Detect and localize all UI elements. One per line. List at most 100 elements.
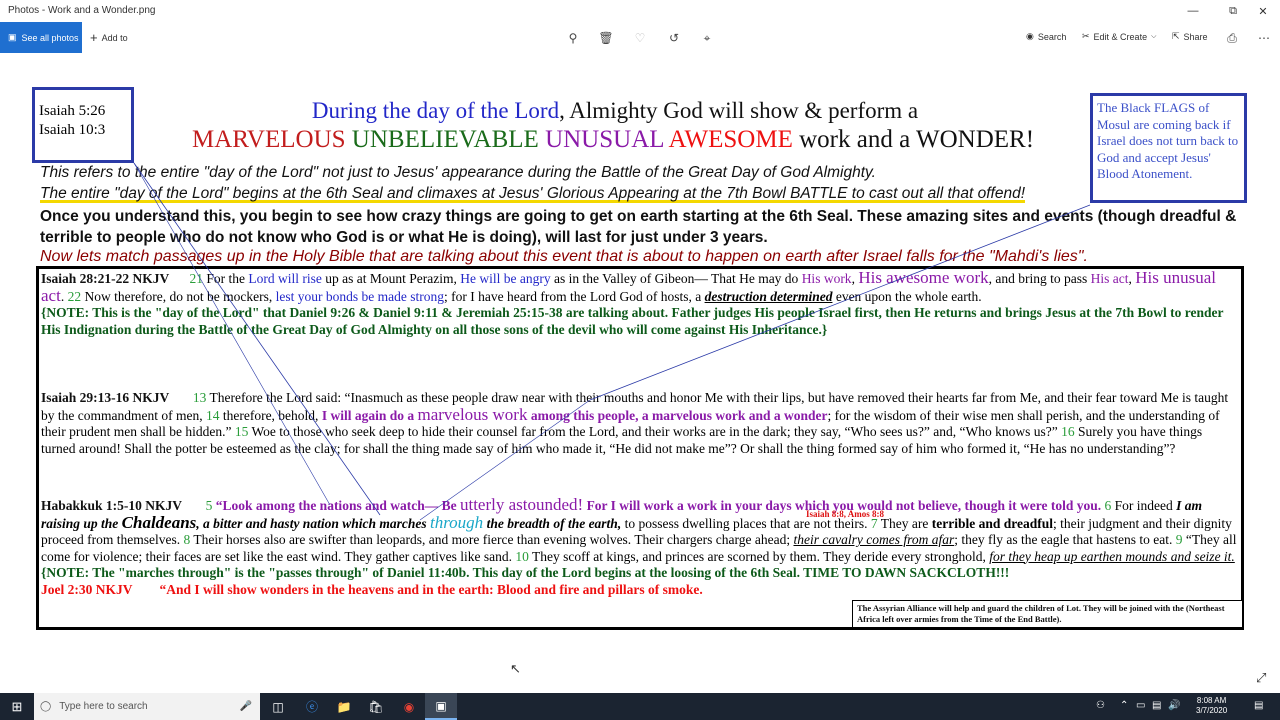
heading-unbelievable: UNBELIEVABLE	[351, 126, 539, 153]
cross-reference-note: Isaiah 8:8, Amos 8:8	[806, 509, 885, 519]
verse-text: their cavalry comes from afar	[793, 532, 955, 547]
passage-ref: Isaiah 29:13-16 NKJV	[41, 390, 170, 405]
print-icon[interactable]: ⎙	[1224, 30, 1240, 46]
verse-text: His act	[1090, 271, 1129, 286]
windows-start-icon[interactable]: ⊞	[0, 693, 34, 720]
task-view-icon[interactable]: ◫	[262, 693, 294, 720]
delete-icon[interactable]: 🗑	[598, 30, 614, 46]
intro-line-1: This refers to the entire "day of the Lo…	[40, 164, 876, 181]
scripture-box: Isaiah 28:21-22 NKJV 21 For the Lord wil…	[36, 266, 1244, 630]
chevron-down-icon: ⌵	[1151, 32, 1157, 40]
title-bar: Photos - Work and a Wonder.png — ⧉ ✕	[0, 0, 1280, 22]
verse-number: 21	[189, 271, 204, 286]
verse-text: therefore, behold,	[222, 407, 319, 423]
window-title: Photos - Work and a Wonder.png	[8, 5, 156, 16]
verse-text: ,	[1128, 271, 1132, 286]
verse-text: Now therefore, do not be mockers,	[84, 288, 273, 304]
edit-create-button[interactable]: ✂ Edit & Create ⌵	[1082, 31, 1156, 42]
close-button[interactable]: ✕	[1246, 0, 1280, 22]
heading-line-2: MARVELOUS UNBELIEVABLE UNUSUAL AWESOME w…	[138, 125, 1088, 155]
ref-line: Isaiah 10:3	[39, 122, 106, 138]
network-icon[interactable]: ▤	[1152, 700, 1161, 711]
search-button[interactable]: ◉ Search	[1026, 31, 1066, 42]
verse-number: 6	[1104, 498, 1112, 513]
crop-icon[interactable]: ⌖	[699, 30, 715, 46]
ref-line: Isaiah 5:26	[39, 103, 106, 119]
taskbar: ⊞ ◯ Type here to search 🎤 ◫ ⓔ 📁 🛍 ◉ ▣ ⚇ …	[0, 693, 1280, 720]
more-icon[interactable]: ⋯	[1256, 30, 1272, 46]
taskbar-search-input[interactable]: ◯ Type here to search 🎤	[34, 693, 260, 720]
verse-text: ; they fly as the eagle that hastens to …	[954, 532, 1173, 547]
verse-number: 5	[205, 498, 213, 513]
verse-text: ; for I have heard from the Lord God of …	[444, 288, 702, 304]
chrome-icon[interactable]: ◉	[393, 693, 425, 720]
verse-number: 16	[1061, 424, 1075, 439]
verse-number: 10	[515, 548, 529, 564]
verse-number: 8	[183, 532, 191, 547]
heading-line-1: During the day of the Lord, Almighty God…	[140, 97, 1090, 125]
verse-text: For indeed	[1114, 498, 1173, 513]
see-all-photos-label: See all photos	[21, 32, 79, 43]
verse-text: Woe to those who seek deep to hide their…	[251, 424, 1058, 439]
battery-icon[interactable]: ▭	[1136, 700, 1145, 711]
file-explorer-icon[interactable]: 📁	[328, 693, 360, 720]
assyrian-alliance-box: The Assyrian Alliance will help and guar…	[852, 600, 1243, 628]
share-icon: ⇱	[1172, 31, 1180, 41]
verse-text: among this people, a marvelous work and …	[530, 407, 828, 423]
verse-text: Lord will rise	[248, 271, 322, 286]
edge-icon[interactable]: ⓔ	[296, 693, 328, 720]
volume-icon[interactable]: 🔊	[1168, 700, 1180, 711]
people-icon[interactable]: ⚇	[1096, 700, 1105, 711]
passage-ref: Isaiah 28:21-22 NKJV	[41, 271, 170, 286]
zoom-icon[interactable]: ⚲	[565, 30, 581, 46]
heading-perform: , Almighty God will show & perform a	[559, 98, 919, 123]
verse-text: as in the Valley of Gibeon— That He may …	[553, 271, 799, 286]
intro-line-3: Once you understand this, you begin to s…	[40, 208, 1237, 246]
verse-text: , a bitter and hasty nation which marche…	[196, 515, 427, 531]
clock-date: 3/7/2020	[1196, 706, 1228, 715]
verse-text: For the	[206, 271, 246, 286]
intro-line-4: Now lets match passages up in the Holy B…	[40, 248, 1088, 265]
passage-ref: Joel 2:30 NKJV	[41, 581, 133, 597]
expand-icon[interactable]: ⤢	[1256, 670, 1266, 686]
see-all-photos-button[interactable]: ▣ See all photos	[0, 22, 82, 53]
rotate-icon[interactable]: ↺	[666, 30, 682, 46]
verse-text: through	[429, 512, 484, 532]
microphone-icon: 🎤	[239, 701, 252, 712]
isaiah-28-passage: Isaiah 28:21-22 NKJV 21 For the Lord wil…	[41, 268, 1239, 338]
store-icon[interactable]: 🛍	[360, 693, 392, 720]
favorite-icon[interactable]: ♡	[632, 30, 648, 46]
share-button[interactable]: ⇱ Share	[1172, 31, 1208, 42]
verse-number: 13	[192, 390, 207, 405]
passage-ref: Habakkuk 1:5-10 NKJV	[41, 498, 183, 513]
verse-text: utterly astounded!	[459, 495, 584, 514]
edit-icon: ✂	[1082, 31, 1090, 41]
clock[interactable]: 8:08 AM 3/7/2020	[1196, 696, 1227, 716]
verse-text: even upon the whole earth.	[835, 288, 982, 304]
edit-create-label: Edit & Create	[1093, 31, 1148, 42]
verse-text: for they heap up earthen mounds and seiz…	[989, 548, 1235, 564]
toolbar: ▣ See all photos + Add to ⚲ 🗑 ♡ ↺ ⌖ ◉ Se…	[0, 22, 1280, 53]
note-text: {NOTE: This is the "day of the Lord" tha…	[41, 305, 1224, 337]
notifications-icon[interactable]: ▤	[1254, 700, 1263, 711]
verse-text: He will be angry	[460, 271, 551, 286]
search-placeholder: Type here to search	[59, 701, 148, 712]
verse-text: up as at Mount Perazim,	[325, 271, 457, 286]
verse-text: terrible and dreadful	[931, 515, 1054, 531]
photos-app-icon[interactable]: ▣	[425, 693, 457, 720]
heading-unusual: UNUSUAL	[545, 126, 664, 153]
add-to-button[interactable]: + Add to	[90, 30, 128, 45]
isaiah-29-passage: Isaiah 29:13-16 NKJV 13 Therefore the Lo…	[41, 390, 1239, 457]
minimize-button[interactable]: —	[1176, 0, 1210, 22]
chevron-up-icon[interactable]: ⌃	[1120, 700, 1128, 711]
verse-text: His awesome work	[858, 268, 989, 287]
verse-text: destruction determined	[704, 288, 833, 304]
search-label: Search	[1037, 31, 1067, 42]
verse-number: 9	[1175, 532, 1183, 547]
verse-text: ,	[851, 271, 855, 286]
verse-text: “Look among the nations and watch— Be	[215, 498, 457, 513]
verse-text: marvelous work	[417, 404, 528, 424]
restore-button[interactable]: ⧉	[1216, 0, 1250, 22]
black-flags-box: The Black FLAGS of Mosul are coming back…	[1090, 93, 1247, 203]
search-icon: ◯	[40, 701, 52, 712]
